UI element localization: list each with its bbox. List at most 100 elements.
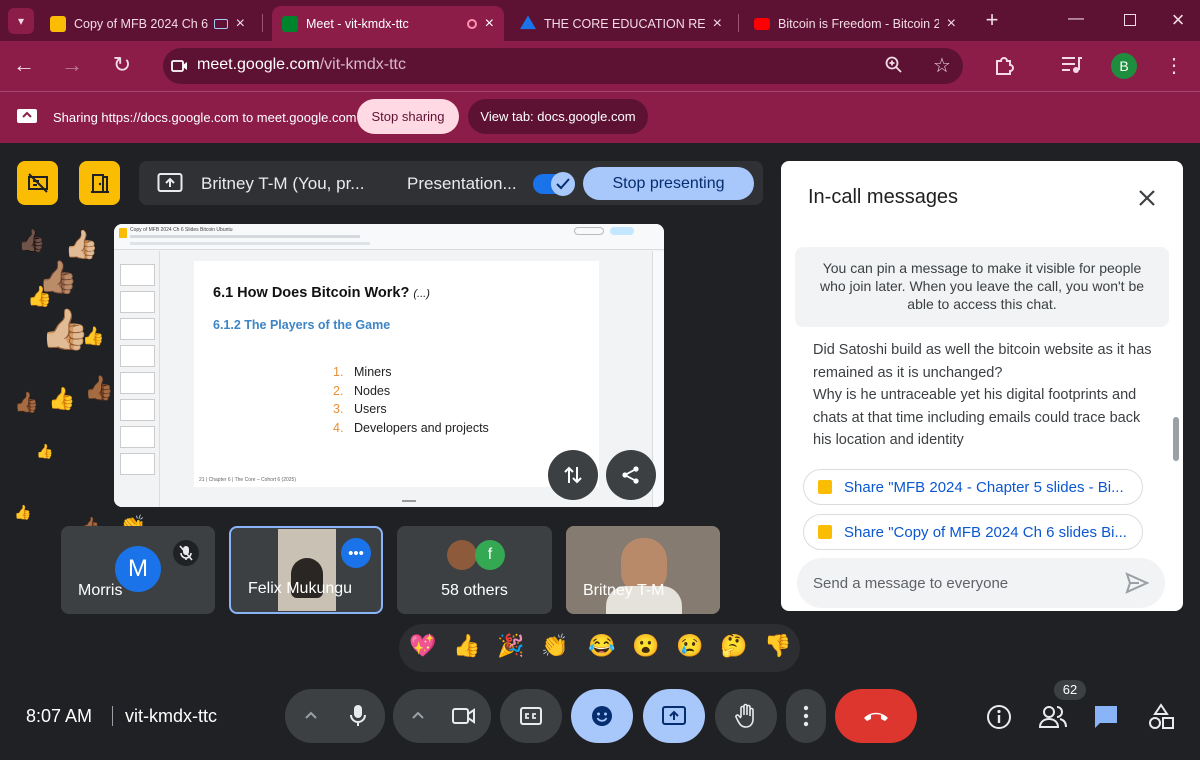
close-panel-button[interactable] <box>1135 186 1159 210</box>
participant-tile-morris[interactable]: M Morris <box>61 526 215 614</box>
reaction-thinking-button[interactable]: 🤔 <box>720 633 747 659</box>
list-item: 2. Nodes <box>333 382 489 401</box>
browser-menu-icon[interactable]: ⋮ <box>1164 53 1184 78</box>
layout-button[interactable] <box>17 161 58 205</box>
raise-hand-button[interactable] <box>715 689 777 743</box>
participant-tile-britney[interactable]: Britney T-M <box>566 526 720 614</box>
reaction-thumbs-up-button[interactable]: 👍 <box>453 633 480 659</box>
restore-icon[interactable] <box>1124 14 1136 26</box>
stop-sharing-button[interactable]: Stop sharing <box>357 99 459 134</box>
scrollbar[interactable] <box>1173 417 1179 461</box>
forward-arrow-icon[interactable]: → <box>58 52 86 78</box>
slide-subheading: 6.1.2 The Players of the Game <box>213 318 391 332</box>
slide-thumbnail[interactable] <box>120 291 155 313</box>
activities-button[interactable] <box>1147 703 1175 731</box>
end-call-icon <box>864 712 888 721</box>
tab-drive[interactable]: THE CORE EDUCATION RESOURCES × <box>510 6 732 41</box>
swap-layout-button[interactable] <box>548 450 598 500</box>
close-window-icon[interactable]: × <box>1166 7 1190 33</box>
slideshow-button[interactable] <box>574 227 604 235</box>
url-path: /vit-kmdx-ttc <box>319 56 406 73</box>
audio-options-button[interactable] <box>299 705 323 725</box>
slide-footer: 21 | Chapter 6 | The Core – Cohort 6 (20… <box>199 477 297 483</box>
list-item: 1. Miners <box>333 363 489 382</box>
slides-favicon-icon <box>50 15 66 32</box>
more-options-button[interactable]: ••• <box>341 538 371 568</box>
stop-presenting-button[interactable]: Stop presenting <box>583 167 754 200</box>
close-tab-icon[interactable]: × <box>713 15 722 33</box>
slide-thumbnail[interactable] <box>120 345 155 367</box>
chat-button[interactable] <box>1092 703 1120 731</box>
camera-indicator-icon[interactable] <box>170 56 190 76</box>
share-button[interactable] <box>610 227 634 235</box>
media-controls-icon[interactable] <box>1060 54 1084 76</box>
bookmark-star-icon[interactable]: ☆ <box>930 53 954 78</box>
close-tab-icon[interactable]: × <box>236 15 245 33</box>
camera-icon <box>452 708 475 724</box>
speaker-notes-handle[interactable] <box>402 500 416 502</box>
reaction-laugh-button[interactable]: 😂 <box>588 633 615 659</box>
tab-separator <box>738 14 739 32</box>
zoom-icon[interactable] <box>884 55 904 75</box>
reaction-thumbs-down-button[interactable]: 👎 <box>764 633 791 659</box>
more-options-button[interactable] <box>786 689 826 743</box>
slide-thumbnail[interactable] <box>120 264 155 286</box>
reaction-bubble: 👍🏾 <box>84 375 114 402</box>
participant-tile-felix[interactable]: ••• Felix Mukungu <box>229 526 383 614</box>
slide-thumbnail[interactable] <box>120 453 155 475</box>
close-tab-icon[interactable]: × <box>485 15 494 33</box>
profile-avatar[interactable]: B <box>1111 53 1137 79</box>
video-options-button[interactable] <box>406 705 430 725</box>
slide-thumbnail[interactable] <box>120 372 155 394</box>
chevron-up-icon <box>305 711 317 719</box>
in-call-messages-panel: In-call messages You can pin a message t… <box>781 161 1183 611</box>
mic-off-icon <box>179 545 193 561</box>
reaction-heart-button[interactable]: 💖 <box>409 633 436 659</box>
view-tab-button[interactable]: View tab: docs.google.com <box>468 99 648 134</box>
reaction-party-button[interactable]: 🎉 <box>497 633 524 659</box>
slide-thumbnail[interactable] <box>120 399 155 421</box>
people-button[interactable] <box>1038 703 1068 731</box>
list-item: 3. Users <box>333 400 489 419</box>
new-tab-icon[interactable]: + <box>980 8 1004 32</box>
extensions-icon[interactable] <box>993 54 1015 76</box>
tab-meet[interactable]: Meet - vit-kmdx-ttc × <box>272 6 504 41</box>
reaction-sad-button[interactable]: 😢 <box>676 633 703 659</box>
send-button[interactable] <box>1125 571 1149 595</box>
list-text: Users <box>354 402 387 417</box>
drive-favicon-icon <box>520 15 536 30</box>
close-tab-icon[interactable]: × <box>947 15 956 33</box>
chevron-up-icon <box>412 711 424 719</box>
slide-list: 1. Miners 2. Nodes 3. Users 4. Developers an… <box>333 363 489 438</box>
reaction-surprised-button[interactable]: 😮 <box>632 633 659 659</box>
participant-name: Morris <box>78 582 123 599</box>
leave-call-button[interactable] <box>835 689 917 743</box>
meeting-details-button[interactable] <box>985 703 1013 731</box>
clock: 8:07 AM <box>26 706 93 726</box>
reaction-bubble: 👍🏼 <box>64 229 99 260</box>
reaction-bubble: 👍🏾 <box>14 392 39 414</box>
present-button[interactable] <box>643 689 705 743</box>
captions-button[interactable] <box>500 689 562 743</box>
minimize-icon[interactable]: — <box>1064 10 1088 28</box>
reaction-clap-button[interactable]: 👏 <box>541 633 568 659</box>
reload-icon[interactable]: ↻ <box>108 52 136 78</box>
back-arrow-icon[interactable]: ← <box>10 52 38 78</box>
share-presentation-button[interactable] <box>606 450 656 500</box>
message-input[interactable] <box>813 567 1113 599</box>
microphone-button[interactable] <box>331 689 385 743</box>
pip-button[interactable] <box>79 161 120 205</box>
tab-slides[interactable]: Copy of MFB 2024 Ch 6 Slides × <box>40 6 255 41</box>
participant-tile-others[interactable]: f 58 others <box>397 526 552 614</box>
slides-toolbar-line <box>130 242 370 245</box>
slides-logo-icon <box>119 228 127 238</box>
slide-thumbnail[interactable] <box>120 318 155 340</box>
reactions-button[interactable] <box>571 689 633 743</box>
camera-button[interactable] <box>437 689 491 743</box>
share-suggestion-chip[interactable]: Share "Copy of MFB 2024 Ch 6 slides Bi..… <box>803 514 1143 550</box>
tab-search-button[interactable]: ▾ <box>8 8 34 34</box>
share-suggestion-chip[interactable]: Share "MFB 2024 - Chapter 5 slides - Bi.… <box>803 469 1143 505</box>
tab-youtube[interactable]: Bitcoin is Freedom - Bitcoin 2024 × <box>744 6 966 41</box>
slide-thumbnail[interactable] <box>120 426 155 448</box>
url-text[interactable]: meet.google.com/vit-kmdx-ttc <box>197 56 406 74</box>
